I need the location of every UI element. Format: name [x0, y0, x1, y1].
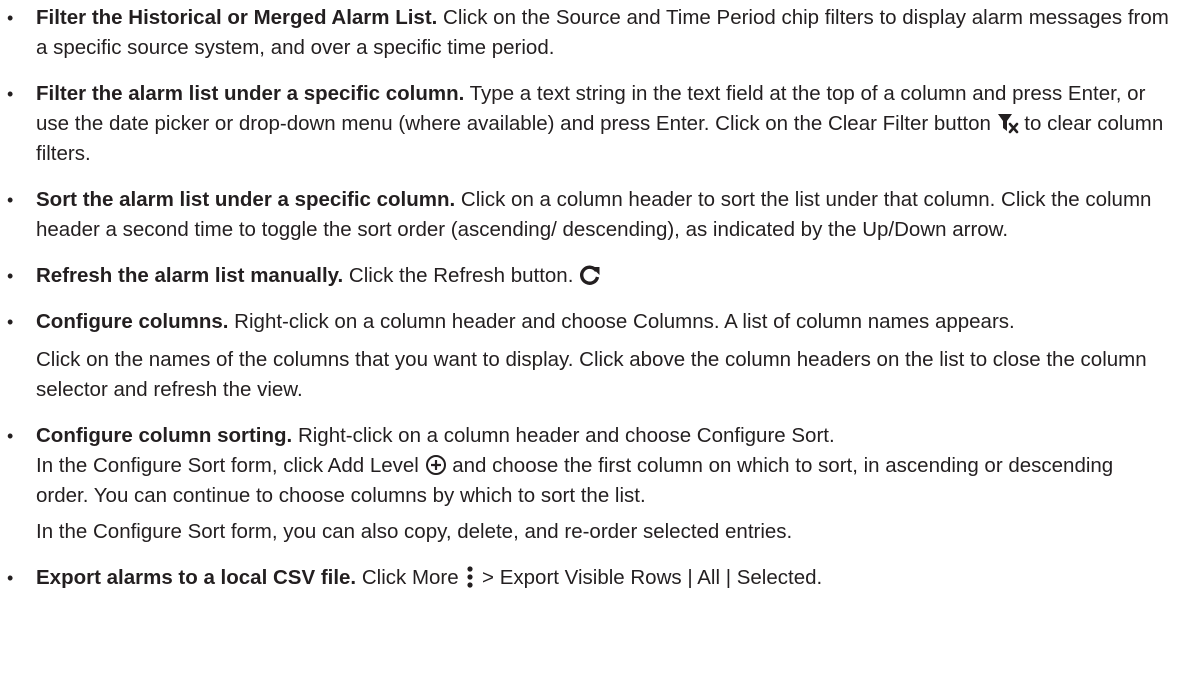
refresh-icon: [579, 264, 601, 286]
bullet-marker: •: [7, 312, 14, 332]
item-text: Click More: [356, 566, 465, 589]
paragraph: Filter the Historical or Merged Alarm Li…: [36, 3, 1171, 63]
list-item: • Filter the alarm list under a specific…: [0, 79, 1181, 169]
list-item: • Configure column sorting. Right-click …: [0, 421, 1181, 547]
paragraph: Refresh the alarm list manually. Click t…: [36, 261, 1171, 291]
paragraph: Configure column sorting. Right-click on…: [36, 421, 1171, 451]
paragraph: Filter the alarm list under a specific c…: [36, 79, 1171, 169]
item-title: Configure column sorting.: [36, 424, 293, 447]
item-title: Filter the Historical or Merged Alarm Li…: [36, 6, 438, 29]
item-title: Refresh the alarm list manually.: [36, 264, 344, 287]
add-circle-icon: [425, 454, 447, 476]
item-text: Right-click on a column header and choos…: [228, 310, 1015, 333]
list-item: • Configure columns. Right-click on a co…: [0, 307, 1181, 405]
item-text-after: > Export Visible Rows | All | Selected.: [476, 566, 823, 589]
bullet-marker: •: [7, 8, 14, 28]
list-item: • Export alarms to a local CSV file. Cli…: [0, 563, 1181, 593]
instruction-list: • Filter the Historical or Merged Alarm …: [0, 3, 1181, 593]
document: • Filter the Historical or Merged Alarm …: [0, 0, 1181, 593]
item-title: Sort the alarm list under a specific col…: [36, 188, 456, 211]
clear-filter-icon: [997, 112, 1019, 134]
bullet-marker: •: [7, 84, 14, 104]
paragraph: Export alarms to a local CSV file. Click…: [36, 563, 1171, 593]
paragraph: Configure columns. Right-click on a colu…: [36, 307, 1171, 337]
item-title: Export alarms to a local CSV file.: [36, 566, 357, 589]
bullet-marker: •: [7, 190, 14, 210]
bullet-marker: •: [7, 266, 14, 286]
paragraph: Click on the names of the columns that y…: [36, 348, 1147, 401]
item-text: In the Configure Sort form, click Add Le…: [36, 454, 425, 477]
paragraph: In the Configure Sort form, click Add Le…: [36, 451, 1171, 511]
item-title: Filter the alarm list under a specific c…: [36, 82, 465, 105]
bullet-marker: •: [7, 426, 14, 446]
bullet-marker: •: [7, 568, 14, 588]
more-vertical-icon: [464, 565, 476, 589]
item-text: Right-click on a column header and choos…: [292, 424, 835, 447]
paragraph: Sort the alarm list under a specific col…: [36, 185, 1171, 245]
list-item: • Refresh the alarm list manually. Click…: [0, 261, 1181, 291]
item-title: Configure columns.: [36, 310, 229, 333]
paragraph: In the Configure Sort form, you can also…: [36, 520, 793, 543]
list-item: • Sort the alarm list under a specific c…: [0, 185, 1181, 245]
list-item: • Filter the Historical or Merged Alarm …: [0, 3, 1181, 63]
item-text: Click the Refresh button.: [343, 264, 580, 287]
